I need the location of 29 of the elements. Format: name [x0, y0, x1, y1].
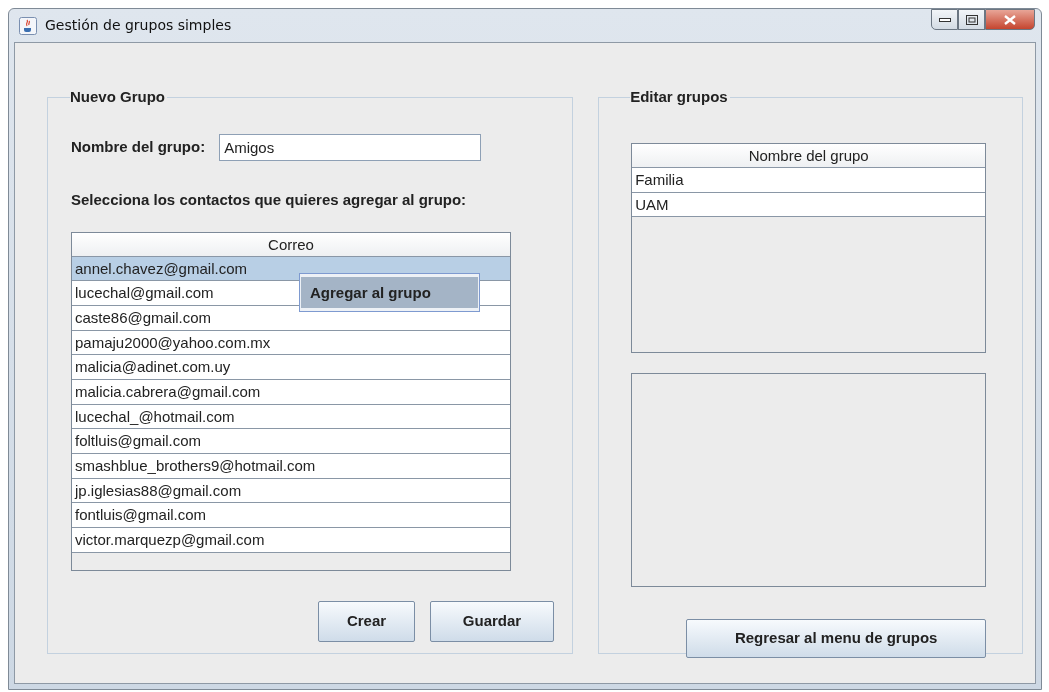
- close-icon: [1004, 14, 1016, 25]
- minimize-button[interactable]: [931, 9, 958, 30]
- input-field[interactable]: Amigos: [219, 134, 482, 161]
- table-row[interactable]: victor.marquezp@gmail.com: [72, 528, 510, 553]
- table-row[interactable]: jp.iglesias88@gmail.com: [72, 478, 510, 504]
- java-cup-icon: [19, 16, 37, 35]
- table-row[interactable]: foltluis@gmail.com: [72, 429, 510, 454]
- maximize-button[interactable]: [958, 9, 985, 30]
- maximize-icon: [965, 14, 978, 25]
- table-row[interactable]: fontluis@gmail.com: [72, 503, 510, 529]
- back-button[interactable]: Regresar al menu de grupos: [686, 619, 987, 658]
- table-row[interactable]: smashblue_brothers9@hotmail.com: [72, 454, 510, 479]
- table-row[interactable]: malicia.cabrera@gmail.com: [72, 379, 510, 405]
- create-button[interactable]: Crear: [318, 600, 415, 642]
- field-label: Nombre del grupo:: [71, 137, 206, 158]
- close-button[interactable]: [985, 9, 1035, 30]
- panel-title: Editar grupos: [630, 88, 730, 106]
- minimize-icon: [938, 17, 951, 22]
- table-row[interactable]: pamaju2000@yahoo.com.mx: [72, 330, 510, 356]
- window-title: Gestión de grupos simples: [45, 16, 232, 35]
- table-row[interactable]: Familia: [632, 168, 986, 193]
- table-row[interactable]: UAM: [632, 192, 986, 218]
- save-button[interactable]: Guardar: [430, 600, 554, 642]
- table-row[interactable]: malicia@adinet.com.uy: [72, 355, 510, 380]
- menu-item[interactable]: Agregar al grupo: [301, 276, 478, 308]
- column-header[interactable]: Correo: [72, 232, 510, 257]
- column-header[interactable]: Nombre del grupo: [632, 144, 986, 168]
- table-row[interactable]: lucechal_@hotmail.com: [72, 404, 510, 430]
- instruction-text: Selecciona los contactos que quieres agregar al grupo:: [71, 190, 468, 210]
